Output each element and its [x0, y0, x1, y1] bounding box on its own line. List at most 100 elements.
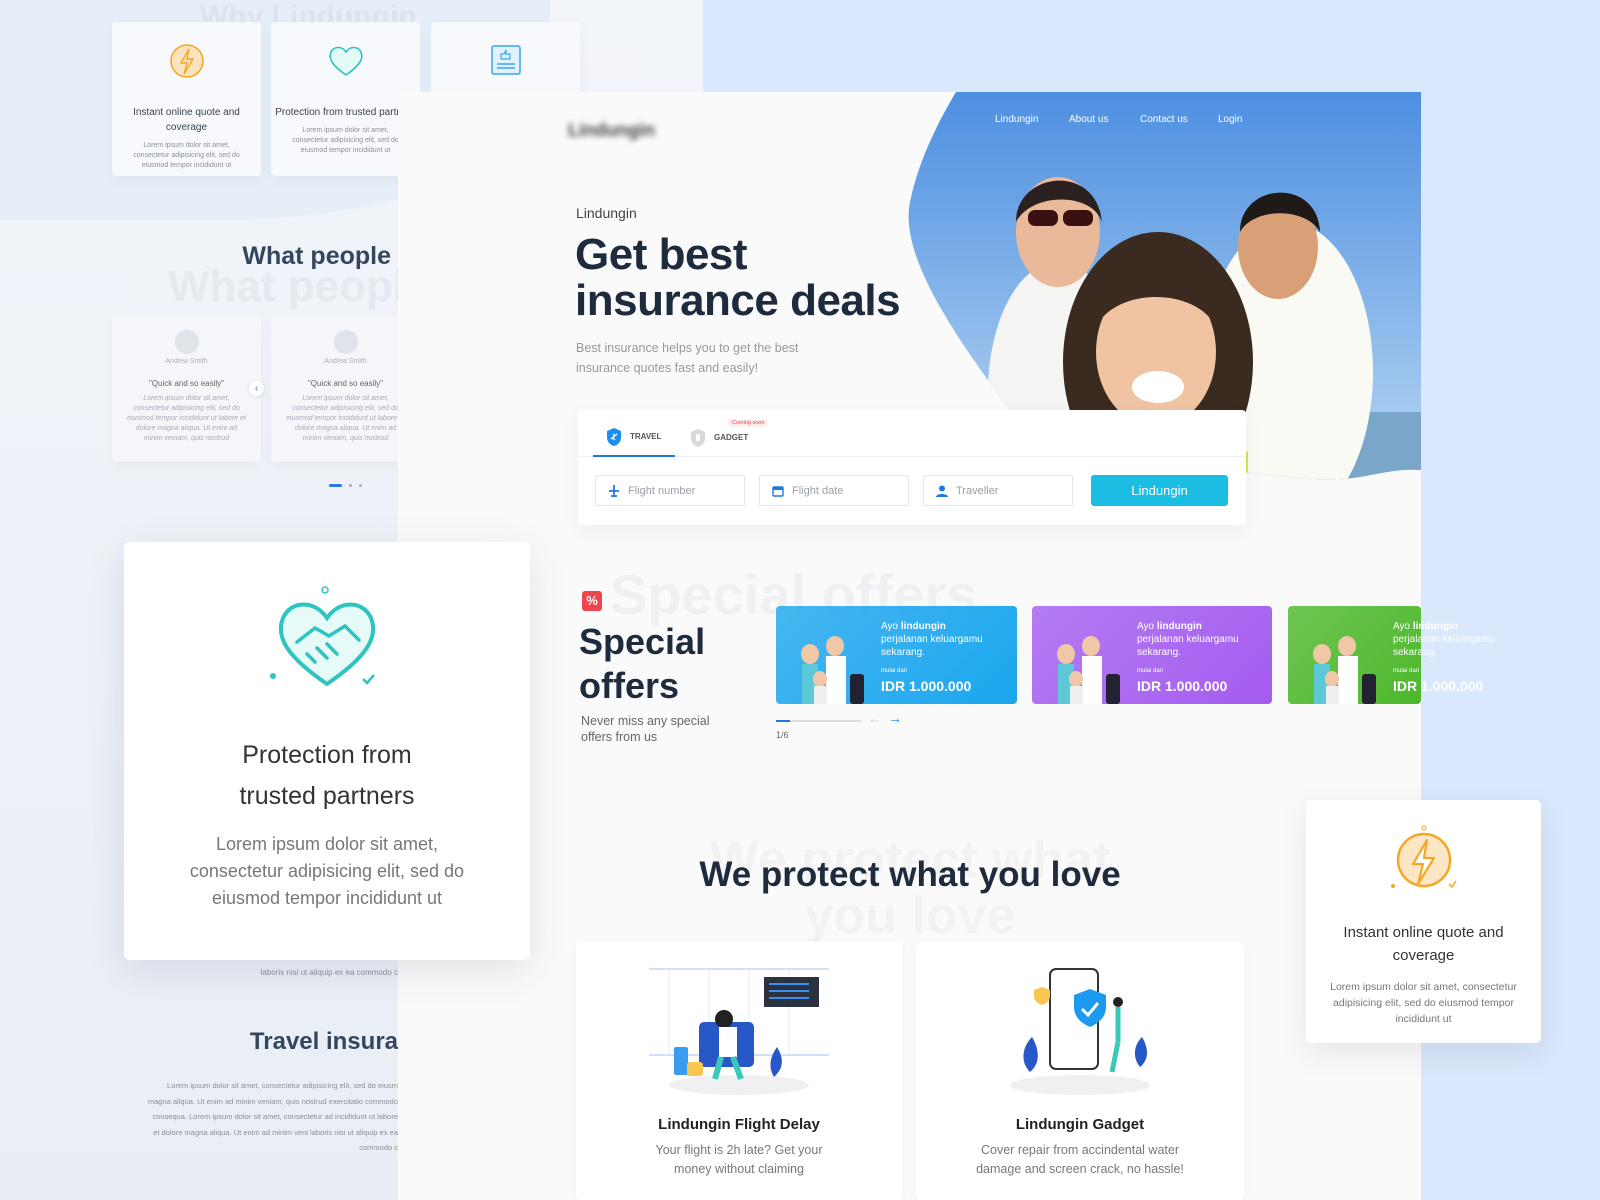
user-icon [936, 485, 948, 497]
placeholder: Flight number [628, 484, 696, 497]
offers-progress-track [776, 720, 861, 722]
tab-label: GADGET [714, 433, 749, 442]
offer-text: Ayo lindungin perjalanan keluargamu sekar… [1137, 620, 1239, 693]
landing-page: Lindungin Lindungin About us Contact us … [398, 92, 1495, 1200]
offer-line: Ayo [1393, 621, 1413, 632]
feature-title: Instant online quote and coverage [133, 107, 240, 133]
lightning-icon [169, 44, 204, 78]
product-card-gadget[interactable]: Lindungin Gadget Cover repair from accin… [916, 941, 1244, 1200]
dot-active[interactable] [329, 484, 342, 487]
shield-plane-icon [607, 427, 621, 446]
offer-line: perjalanan keluargamu [1137, 634, 1239, 645]
offer-price: IDR 1.000.000 [1393, 678, 1484, 694]
dot[interactable] [359, 484, 362, 487]
placeholder: Flight date [792, 484, 844, 497]
shield-phone-icon [691, 428, 705, 447]
feature-card: Instant online quote and coverage Lorem … [112, 22, 261, 176]
gadget-illustration [1010, 968, 1150, 1095]
lindungin-button[interactable]: Lindungin [1091, 475, 1228, 506]
product-desc-line: Cover repair from accindental water [981, 1143, 1179, 1157]
flight-date-input[interactable]: Flight date [759, 475, 909, 506]
offer-price: IDR 1.000.000 [1137, 678, 1228, 694]
offers-progress-fill [776, 720, 791, 722]
handshake-heart-icon [270, 586, 376, 687]
lightning-icon [1390, 825, 1457, 889]
search-card: TRAVEL GADGET Coming soon Flight number … [578, 410, 1246, 525]
offers-subtitle-line: offers from us [581, 730, 658, 744]
percent-icon: % [582, 591, 602, 611]
offer-text: Ayo lindungin perjalanan keluargamu sekar… [881, 620, 983, 693]
offers-subtitle: Never miss any special offers from us [581, 713, 710, 745]
product-desc-line: Your flight is 2h late? Get your [655, 1143, 823, 1157]
offer-card[interactable]: Ayo lindungin perjalanan keluargamu sekar… [1288, 606, 1495, 704]
nav-about-us[interactable]: About us [1069, 114, 1108, 125]
arrow-right-icon: → [888, 710, 902, 726]
divider [578, 456, 1246, 457]
product-desc: Your flight is 2h late? Get your money wi… [576, 1141, 902, 1179]
offer-card[interactable]: Ayo lindungin perjalanan keluargamu sekar… [1032, 606, 1272, 704]
arrow-left-button[interactable]: ← [868, 711, 881, 726]
offers-title: Special offers [579, 620, 705, 708]
feature-card-right: Instant online quote and coverage Lorem … [1306, 800, 1541, 1043]
feature-text: Lorem ipsum dolor sit amet, consectetur … [133, 142, 240, 169]
hero-subtitle: Best insurance helps you to get the best… [576, 338, 798, 378]
hero-title-line: insurance deals [575, 276, 901, 325]
nav-login[interactable]: Login [1218, 114, 1242, 125]
nav-contact-us[interactable]: Contact us [1140, 114, 1188, 125]
offers-title-line: Special [579, 621, 706, 662]
offer-line: Ayo [1137, 621, 1157, 632]
flight-delay-illustration [649, 968, 829, 1095]
product-title: Lindungin Flight Delay [658, 1116, 820, 1133]
offer-price-label: mulai dari [881, 668, 908, 674]
testimonial-name: Andrea Smith [165, 358, 208, 365]
traveller-input[interactable]: Traveller [923, 475, 1073, 506]
product-desc-line: money without claiming [674, 1162, 804, 1176]
product-card-flight-delay[interactable]: Lindungin Flight Delay Your flight is 2h… [576, 941, 902, 1200]
airplane-icon [609, 484, 619, 497]
arrow-left-icon: ← [868, 711, 881, 726]
hero-title-line: Get best [575, 230, 748, 279]
logo[interactable]: Lindungin [568, 120, 655, 141]
tab-travel[interactable]: TRAVEL [593, 418, 675, 457]
travel-heading: Travel insura [249, 1028, 398, 1055]
thumbs-up-document-icon [490, 45, 521, 75]
testimonial-quote: "Quick and so easily" [148, 379, 225, 388]
hero-title: Get best insurance deals [575, 230, 901, 325]
product-title: Lindungin Gadget [1015, 1116, 1145, 1133]
offer-line: sekarang. [1137, 647, 1181, 658]
family-photo [1057, 636, 1120, 704]
handshake-heart-icon [328, 46, 363, 76]
offer-line-bold: lindungin [1412, 621, 1458, 632]
carousel-prev-button[interactable]: ‹ [249, 381, 264, 396]
carousel-dots [329, 484, 362, 487]
feature-title: Protection from trusted partners [239, 741, 415, 810]
dot[interactable] [349, 484, 352, 487]
coming-soon-badge: Coming soon [728, 419, 769, 427]
family-photo [801, 636, 864, 704]
offer-line: Ayo [881, 621, 901, 632]
offer-price-label: mulai dari [1137, 668, 1164, 674]
calendar-icon [772, 485, 784, 497]
avatar [333, 330, 358, 354]
tab-label: TRAVEL [630, 432, 662, 441]
offer-line: perjalanan keluargamu [1393, 634, 1495, 645]
offer-card[interactable]: Ayo lindungin perjalanan keluargamu sekar… [776, 606, 1017, 704]
testimonials-heading: What people [242, 242, 391, 270]
offers-title-line: offers [579, 665, 680, 706]
nav-lindungin[interactable]: Lindungin [995, 114, 1038, 125]
behind-text: laboris nisi ut aliquip ex ea commodo c [260, 968, 398, 977]
hero-subtitle-line: insurance quotes fast and easily! [576, 361, 759, 375]
hero-eyebrow: Lindungin [576, 205, 637, 221]
offer-line: sekarang. [1393, 647, 1437, 658]
protect-title: We protect what you love [699, 855, 1121, 894]
offer-price-label: mulai dari [1393, 668, 1420, 674]
arrow-right-button[interactable]: → [888, 710, 902, 726]
placeholder: Traveller [956, 484, 999, 497]
product-desc: Cover repair from accindental water damag… [916, 1141, 1244, 1179]
offers-subtitle-line: Never miss any special [581, 714, 710, 728]
offer-line: sekarang. [881, 647, 925, 658]
offers-pager: 1/6 [776, 730, 789, 740]
flight-number-input[interactable]: Flight number [595, 475, 745, 506]
offer-text: Ayo lindungin perjalanan keluargamu sekar… [1393, 620, 1495, 693]
offer-price: IDR 1.000.000 [881, 678, 972, 694]
